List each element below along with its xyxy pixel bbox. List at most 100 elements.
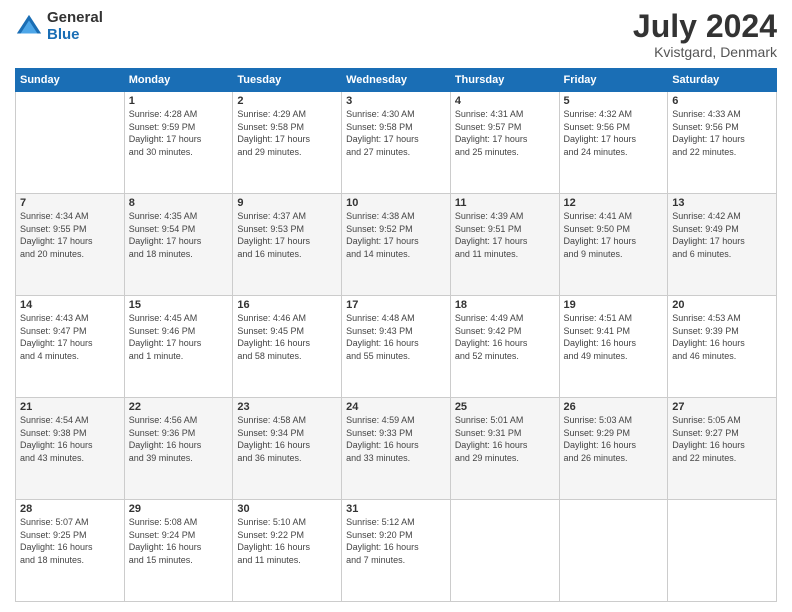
- cell-info: Daylight: 16 hours: [237, 439, 337, 452]
- day-number: 19: [564, 299, 664, 311]
- day-number: 22: [129, 401, 229, 413]
- cell-info: Sunset: 9:34 PM: [237, 427, 337, 440]
- cell-info: Sunrise: 4:42 AM: [672, 210, 772, 223]
- cell-info: Daylight: 16 hours: [129, 541, 229, 554]
- cell-info: and 55 minutes.: [346, 350, 446, 363]
- cell-info: Daylight: 17 hours: [346, 235, 446, 248]
- cell-info: Daylight: 17 hours: [129, 337, 229, 350]
- cell-info: and 49 minutes.: [564, 350, 664, 363]
- month-title: July 2024: [633, 10, 777, 42]
- cell-info: and 16 minutes.: [237, 248, 337, 261]
- cell-info: Sunrise: 5:05 AM: [672, 414, 772, 427]
- cell-info: Sunset: 9:58 PM: [346, 121, 446, 134]
- cell-info: Daylight: 16 hours: [564, 439, 664, 452]
- calendar-cell: 30Sunrise: 5:10 AMSunset: 9:22 PMDayligh…: [233, 500, 342, 602]
- cell-info: Sunrise: 4:32 AM: [564, 108, 664, 121]
- cell-info: Sunset: 9:55 PM: [20, 223, 120, 236]
- day-number: 6: [672, 95, 772, 107]
- cell-info: Sunset: 9:52 PM: [346, 223, 446, 236]
- col-sunday: Sunday: [16, 69, 125, 92]
- cell-info: Sunrise: 4:31 AM: [455, 108, 555, 121]
- cell-info: Sunset: 9:20 PM: [346, 529, 446, 542]
- cell-info: Daylight: 17 hours: [237, 133, 337, 146]
- cell-info: Daylight: 17 hours: [20, 337, 120, 350]
- cell-info: and 58 minutes.: [237, 350, 337, 363]
- cell-info: and 11 minutes.: [455, 248, 555, 261]
- location: Kvistgard, Denmark: [633, 44, 777, 60]
- cell-info: Daylight: 16 hours: [237, 337, 337, 350]
- col-thursday: Thursday: [450, 69, 559, 92]
- calendar-cell: 20Sunrise: 4:53 AMSunset: 9:39 PMDayligh…: [668, 296, 777, 398]
- calendar-cell: 26Sunrise: 5:03 AMSunset: 9:29 PMDayligh…: [559, 398, 668, 500]
- cell-info: Sunrise: 4:43 AM: [20, 312, 120, 325]
- cell-info: Daylight: 17 hours: [346, 133, 446, 146]
- cell-info: Sunrise: 5:01 AM: [455, 414, 555, 427]
- cell-info: Sunrise: 5:03 AM: [564, 414, 664, 427]
- calendar-cell: 27Sunrise: 5:05 AMSunset: 9:27 PMDayligh…: [668, 398, 777, 500]
- cell-info: Sunset: 9:25 PM: [20, 529, 120, 542]
- cell-info: Sunset: 9:42 PM: [455, 325, 555, 338]
- calendar-cell: 28Sunrise: 5:07 AMSunset: 9:25 PMDayligh…: [16, 500, 125, 602]
- day-number: 15: [129, 299, 229, 311]
- cell-info: Sunset: 9:24 PM: [129, 529, 229, 542]
- calendar-cell: 31Sunrise: 5:12 AMSunset: 9:20 PMDayligh…: [342, 500, 451, 602]
- cell-info: Sunset: 9:51 PM: [455, 223, 555, 236]
- cell-info: Sunrise: 4:30 AM: [346, 108, 446, 121]
- calendar-table: Sunday Monday Tuesday Wednesday Thursday…: [15, 68, 777, 602]
- cell-info: Sunrise: 4:48 AM: [346, 312, 446, 325]
- cell-info: Sunrise: 4:54 AM: [20, 414, 120, 427]
- cell-info: Daylight: 16 hours: [455, 337, 555, 350]
- day-number: 21: [20, 401, 120, 413]
- cell-info: Sunset: 9:49 PM: [672, 223, 772, 236]
- calendar-cell: [450, 500, 559, 602]
- cell-info: Sunset: 9:50 PM: [564, 223, 664, 236]
- cell-info: Daylight: 17 hours: [455, 133, 555, 146]
- calendar-cell: [559, 500, 668, 602]
- cell-info: Sunset: 9:56 PM: [564, 121, 664, 134]
- day-number: 1: [129, 95, 229, 107]
- cell-info: and 29 minutes.: [455, 452, 555, 465]
- day-number: 26: [564, 401, 664, 413]
- cell-info: and 39 minutes.: [129, 452, 229, 465]
- cell-info: Sunrise: 4:49 AM: [455, 312, 555, 325]
- cell-info: Sunrise: 4:38 AM: [346, 210, 446, 223]
- day-number: 12: [564, 197, 664, 209]
- calendar-cell: 5Sunrise: 4:32 AMSunset: 9:56 PMDaylight…: [559, 92, 668, 194]
- calendar-cell: 18Sunrise: 4:49 AMSunset: 9:42 PMDayligh…: [450, 296, 559, 398]
- day-number: 24: [346, 401, 446, 413]
- cell-info: Daylight: 17 hours: [455, 235, 555, 248]
- cell-info: Daylight: 17 hours: [564, 235, 664, 248]
- cell-info: Sunrise: 4:35 AM: [129, 210, 229, 223]
- calendar-cell: 9Sunrise: 4:37 AMSunset: 9:53 PMDaylight…: [233, 194, 342, 296]
- cell-info: Sunrise: 4:51 AM: [564, 312, 664, 325]
- calendar-cell: 24Sunrise: 4:59 AMSunset: 9:33 PMDayligh…: [342, 398, 451, 500]
- calendar-cell: 22Sunrise: 4:56 AMSunset: 9:36 PMDayligh…: [124, 398, 233, 500]
- col-monday: Monday: [124, 69, 233, 92]
- day-number: 17: [346, 299, 446, 311]
- cell-info: Sunrise: 4:56 AM: [129, 414, 229, 427]
- cell-info: and 25 minutes.: [455, 146, 555, 159]
- cell-info: and 22 minutes.: [672, 452, 772, 465]
- cell-info: Sunset: 9:46 PM: [129, 325, 229, 338]
- cell-info: Sunset: 9:53 PM: [237, 223, 337, 236]
- cell-info: and 22 minutes.: [672, 146, 772, 159]
- day-number: 31: [346, 503, 446, 515]
- cell-info: Daylight: 16 hours: [346, 541, 446, 554]
- day-number: 9: [237, 197, 337, 209]
- cell-info: Daylight: 17 hours: [129, 235, 229, 248]
- calendar-cell: 19Sunrise: 4:51 AMSunset: 9:41 PMDayligh…: [559, 296, 668, 398]
- calendar-cell: 13Sunrise: 4:42 AMSunset: 9:49 PMDayligh…: [668, 194, 777, 296]
- calendar-cell: 12Sunrise: 4:41 AMSunset: 9:50 PMDayligh…: [559, 194, 668, 296]
- cell-info: Sunset: 9:47 PM: [20, 325, 120, 338]
- cell-info: Sunrise: 5:08 AM: [129, 516, 229, 529]
- cell-info: and 6 minutes.: [672, 248, 772, 261]
- calendar-header-row: Sunday Monday Tuesday Wednesday Thursday…: [16, 69, 777, 92]
- calendar-week-1: 1Sunrise: 4:28 AMSunset: 9:59 PMDaylight…: [16, 92, 777, 194]
- cell-info: Daylight: 16 hours: [672, 439, 772, 452]
- cell-info: Daylight: 17 hours: [672, 133, 772, 146]
- cell-info: Daylight: 16 hours: [20, 541, 120, 554]
- calendar-week-5: 28Sunrise: 5:07 AMSunset: 9:25 PMDayligh…: [16, 500, 777, 602]
- day-number: 28: [20, 503, 120, 515]
- calendar-cell: 29Sunrise: 5:08 AMSunset: 9:24 PMDayligh…: [124, 500, 233, 602]
- calendar-cell: 10Sunrise: 4:38 AMSunset: 9:52 PMDayligh…: [342, 194, 451, 296]
